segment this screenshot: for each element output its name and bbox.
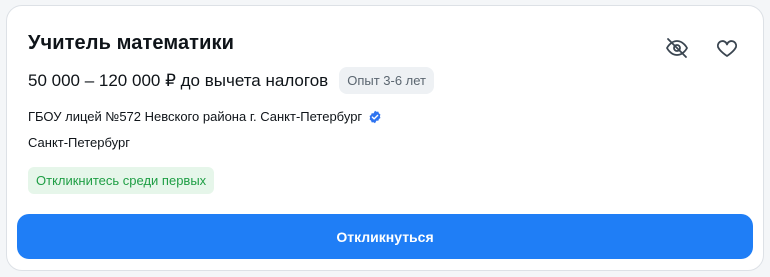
experience-badge: Опыт 3-6 лет (339, 67, 435, 94)
vacancy-title[interactable]: Учитель математики (28, 32, 234, 55)
heart-icon (716, 40, 738, 57)
city: Санкт-Петербург (28, 135, 130, 150)
favorite-button[interactable] (715, 36, 739, 60)
apply-button[interactable]: Откликнуться (17, 214, 753, 259)
hide-button[interactable] (665, 36, 689, 60)
early-response-badge: Откликнитесь среди первых (28, 167, 215, 194)
salary: 50 000 – 120 000 ₽ до вычета налогов (28, 70, 329, 90)
verified-check-icon (369, 110, 381, 123)
vacancy-card[interactable]: Учитель математики 50 000 – 120 000 ₽ до… (6, 5, 764, 271)
card-actions (665, 36, 739, 60)
salary-row: 50 000 – 120 000 ₽ до вычета налогов Опы… (28, 67, 435, 94)
company-name[interactable]: ГБОУ лицей №572 Невского района г. Санкт… (28, 109, 362, 124)
eye-off-icon (666, 38, 688, 58)
company-row: ГБОУ лицей №572 Невского района г. Санкт… (28, 109, 382, 124)
